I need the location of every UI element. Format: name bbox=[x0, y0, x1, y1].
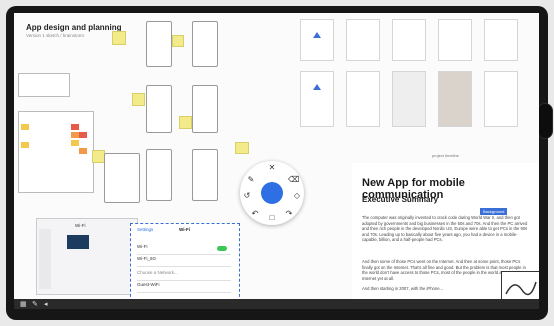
media-thumbnail bbox=[67, 235, 89, 249]
back-link[interactable]: Settings bbox=[137, 227, 153, 232]
highlight-tag: Background bbox=[480, 208, 508, 215]
menu-icon[interactable]: □ bbox=[267, 213, 277, 222]
sticky-note[interactable] bbox=[112, 31, 126, 45]
bottom-toolbar: ▦ ✎ ◂ bbox=[14, 299, 539, 309]
pen-icon[interactable]: ✎ bbox=[32, 300, 38, 308]
wireframe-sketch[interactable] bbox=[146, 85, 172, 133]
mockup-tile[interactable] bbox=[392, 71, 426, 127]
undo-icon[interactable]: ↶ bbox=[250, 209, 260, 218]
wifi-toggle[interactable] bbox=[217, 246, 227, 251]
wireframe-sketch[interactable] bbox=[192, 85, 218, 133]
sidebar-strip bbox=[39, 229, 51, 289]
side-knob bbox=[538, 104, 552, 138]
mockup-tile[interactable] bbox=[300, 19, 334, 61]
table-snippet[interactable] bbox=[18, 73, 70, 97]
wireframe-sketch[interactable] bbox=[192, 21, 218, 67]
grid-icon[interactable]: ▦ bbox=[20, 300, 27, 308]
list-item[interactable]: Wi-Fi bbox=[137, 244, 231, 255]
board-subtitle: Version 1 sketch / brainstorm bbox=[26, 33, 85, 38]
settings-mockup[interactable]: Settings Wi-Fi Wi-Fi Wi-Fi_5G Choose a N… bbox=[130, 223, 240, 302]
arrow-icon[interactable]: ◂ bbox=[44, 300, 48, 308]
document-paragraph: The computer was originally invented to … bbox=[362, 215, 528, 243]
mockup-tile[interactable] bbox=[438, 71, 472, 127]
minimap-sketch-icon bbox=[505, 281, 537, 296]
settings-title: Wi-Fi bbox=[179, 227, 190, 232]
panel-title: Wi-Fi bbox=[75, 223, 86, 228]
wireframe-sketch[interactable] bbox=[104, 153, 140, 203]
pen-icon[interactable]: ✎ bbox=[246, 175, 256, 184]
sticky-note[interactable] bbox=[179, 116, 192, 129]
list-item[interactable]: Wi-Fi_5G bbox=[137, 256, 231, 267]
wireframe-sketch[interactable] bbox=[192, 149, 218, 201]
sticky-note[interactable] bbox=[172, 35, 184, 47]
shape-icon[interactable]: ◇ bbox=[292, 191, 302, 200]
close-icon[interactable]: ✕ bbox=[267, 163, 277, 172]
whiteboard-canvas[interactable]: App design and planning Version 1 sketch… bbox=[14, 13, 539, 309]
mockup-tile[interactable] bbox=[438, 19, 472, 61]
list-item[interactable]: Guest-WiFi bbox=[137, 282, 231, 293]
tool-wheel[interactable]: ✕ ✎ ⌫ ↺ ◇ ↶ □ ↷ bbox=[240, 161, 304, 225]
mockup-tile[interactable] bbox=[346, 71, 380, 127]
sticky-note[interactable] bbox=[132, 93, 145, 106]
pen-color-button[interactable] bbox=[261, 182, 283, 204]
mockup-tile[interactable] bbox=[484, 71, 518, 127]
document-subheading: Executive Summary bbox=[362, 195, 439, 204]
table-snippet[interactable] bbox=[18, 111, 94, 193]
eraser-icon[interactable]: ⌫ bbox=[288, 175, 299, 184]
tablet-mockup[interactable]: Wi-Fi bbox=[36, 218, 138, 295]
wireframe-sketch[interactable] bbox=[146, 149, 172, 201]
app-logo-icon bbox=[313, 84, 321, 90]
redo-icon[interactable]: ↷ bbox=[284, 209, 294, 218]
wireframe-sketch[interactable] bbox=[146, 21, 172, 67]
list-item[interactable]: Choose a Network... bbox=[137, 270, 231, 281]
sticky-note[interactable] bbox=[235, 142, 249, 154]
mockup-tile[interactable] bbox=[484, 19, 518, 61]
lasso-icon[interactable]: ↺ bbox=[242, 191, 252, 200]
mockup-tile[interactable] bbox=[346, 19, 380, 61]
app-logo-icon bbox=[313, 32, 321, 38]
mockup-tile[interactable] bbox=[392, 19, 426, 61]
board-title: App design and planning bbox=[26, 23, 122, 32]
mockup-tile[interactable] bbox=[300, 71, 334, 127]
canvas-label: project timeline bbox=[432, 153, 459, 158]
